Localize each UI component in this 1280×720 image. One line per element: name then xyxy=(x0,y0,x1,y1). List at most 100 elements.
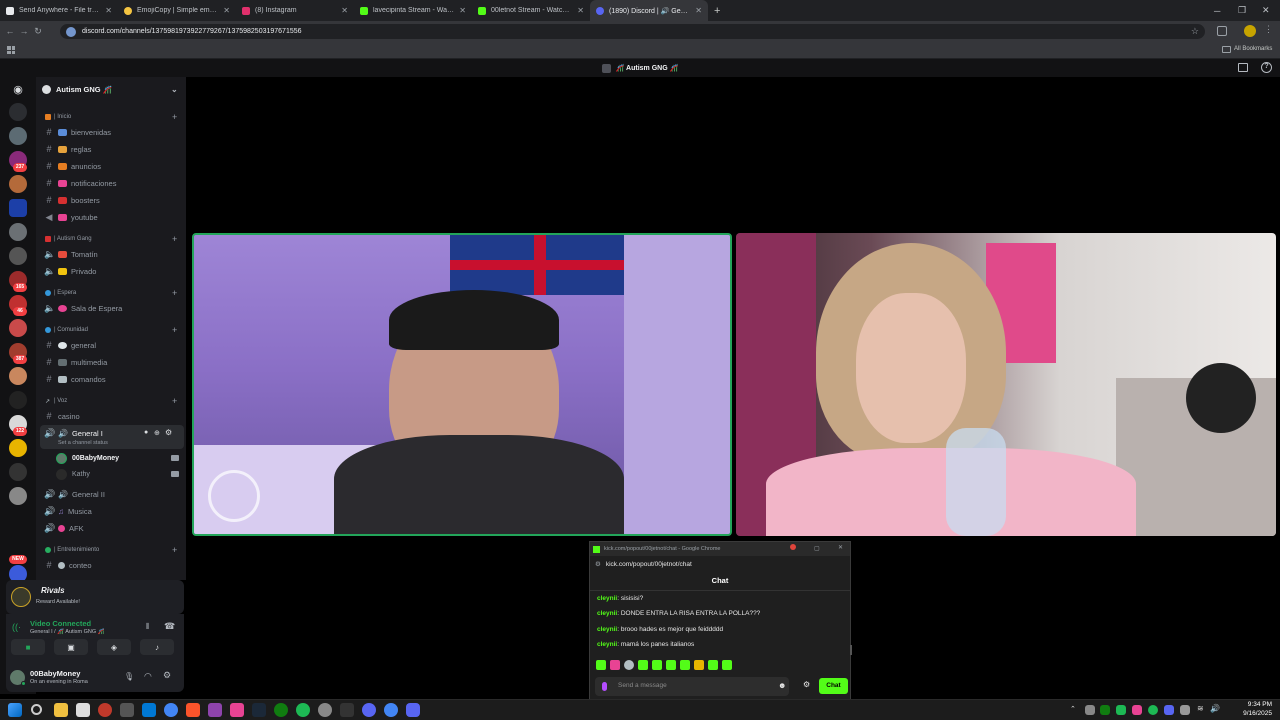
chat-settings-icon[interactable]: ⚙ xyxy=(803,680,810,689)
emote-icon[interactable] xyxy=(596,660,606,670)
volume-icon[interactable]: 🔊 xyxy=(1210,704,1220,713)
maximize-icon[interactable]: ▢ xyxy=(814,545,820,552)
spotify-icon[interactable] xyxy=(296,703,310,717)
emote-icon[interactable] xyxy=(666,660,676,670)
category-comunidad[interactable]: | Comunidad + xyxy=(45,325,177,335)
channel-general[interactable]: # general xyxy=(44,340,96,350)
close-icon[interactable]: ✕ xyxy=(223,6,230,15)
server-icon[interactable] xyxy=(9,247,27,265)
voice-status-title[interactable]: Video Connected xyxy=(30,619,91,628)
noise-suppression-icon[interactable]: ⦀ xyxy=(146,622,150,632)
add-channel-icon[interactable]: + xyxy=(172,396,177,406)
app-icon[interactable] xyxy=(208,703,222,717)
camera-toggle-button[interactable]: ■ xyxy=(11,639,45,655)
channel-tomatin[interactable]: 🔈 Tomatín xyxy=(44,249,98,260)
microphone-icon[interactable]: 🎙 xyxy=(124,672,134,681)
maximize-icon[interactable]: ❐ xyxy=(1238,0,1256,21)
server-icon[interactable] xyxy=(9,463,27,481)
add-member-icon[interactable]: ⊕ xyxy=(154,429,160,437)
settings-gear-icon[interactable]: ⚙ xyxy=(165,428,172,437)
server-icon[interactable] xyxy=(9,367,27,385)
chat-message-input[interactable]: Send a message ☻ xyxy=(595,677,789,696)
username[interactable]: 00BabyMoney xyxy=(30,669,80,678)
chat-username[interactable]: cleynii xyxy=(597,610,617,617)
emoji-picker-icon[interactable]: ☻ xyxy=(778,681,786,690)
minimize-icon[interactable]: ─ xyxy=(1214,0,1232,21)
app-icon[interactable] xyxy=(340,703,354,717)
browser-tab[interactable]: 00letnot Stream - Watch Live o✕ xyxy=(472,0,590,21)
tray-icon[interactable] xyxy=(1100,705,1110,715)
close-icon[interactable]: ✕ xyxy=(695,6,702,15)
channel-general-i[interactable]: 🔊 🔊 General I xyxy=(44,428,103,439)
tray-icon[interactable] xyxy=(1180,705,1190,715)
microphone-icon[interactable] xyxy=(602,682,607,691)
channel-conteo[interactable]: # conteo xyxy=(44,560,91,570)
add-channel-icon[interactable]: + xyxy=(172,234,177,244)
chrome-icon[interactable] xyxy=(164,703,178,717)
server-name-header[interactable]: Autism GNG 🎢 ⌄ xyxy=(42,82,182,96)
browser-tab[interactable]: EmojiCopy | Simple emoji copy✕ xyxy=(118,0,236,21)
close-icon[interactable]: ✕ xyxy=(459,6,466,15)
browser-tab[interactable]: Send Anywhere - File transfer✕ xyxy=(0,0,118,21)
channel-anuncios[interactable]: # anuncios xyxy=(44,161,101,171)
app-icon[interactable] xyxy=(76,703,90,717)
file-explorer-icon[interactable] xyxy=(54,703,68,717)
cast-icon[interactable] xyxy=(1217,26,1227,36)
channel-afk[interactable]: 🔊 AFK xyxy=(44,523,84,534)
channel-youtube[interactable]: ◀ youtube xyxy=(44,212,98,223)
channel-status-hint[interactable]: Set a channel status xyxy=(58,440,108,446)
soundboard-button[interactable]: ♪ xyxy=(140,639,174,655)
clock-date[interactable]: 9/16/2025 xyxy=(1240,710,1272,717)
screen-share-button[interactable]: ▣ xyxy=(54,639,88,655)
inbox-icon[interactable] xyxy=(1238,63,1248,72)
voice-user[interactable]: 00BabyMoney xyxy=(56,453,119,464)
tray-icon[interactable] xyxy=(1085,705,1095,715)
add-channel-icon[interactable]: + xyxy=(172,325,177,335)
send-chat-button[interactable]: Chat xyxy=(819,678,848,694)
category-espera[interactable]: | Espera + xyxy=(45,288,177,298)
user-settings-icon[interactable]: ⚙ xyxy=(163,670,171,681)
add-channel-icon[interactable]: + xyxy=(172,545,177,555)
tray-chevron-icon[interactable]: ⌃ xyxy=(1070,705,1076,713)
emote-icon[interactable] xyxy=(680,660,690,670)
emote-icon[interactable] xyxy=(624,660,634,670)
add-channel-icon[interactable]: + xyxy=(172,288,177,298)
headphones-icon[interactable]: ◠ xyxy=(144,671,152,682)
site-settings-icon[interactable]: ⚙ xyxy=(595,560,601,568)
channel-notificaciones[interactable]: # notificaciones xyxy=(44,178,116,188)
disconnect-icon[interactable]: ☎ xyxy=(164,621,175,632)
browser-tab-active[interactable]: (1890) Discord | 🔊 General ✕ xyxy=(590,0,708,21)
bookmark-star-icon[interactable]: ☆ xyxy=(1191,26,1199,37)
xbox-icon[interactable] xyxy=(274,703,288,717)
video-tile-kathy[interactable] xyxy=(736,233,1276,536)
close-window-icon[interactable]: ✕ xyxy=(1262,0,1278,21)
emote-icon[interactable] xyxy=(638,660,648,670)
close-icon[interactable]: ✕ xyxy=(105,6,112,15)
channel-boosters[interactable]: # boosters xyxy=(44,195,99,205)
app-icon[interactable] xyxy=(98,703,112,717)
browser-tab[interactable]: lavecipinta Stream - Watch Live✕ xyxy=(354,0,472,21)
windows-start-icon[interactable] xyxy=(8,703,22,717)
channel-sala-de-espera[interactable]: 🔈 Sala de Espera xyxy=(44,303,122,314)
emote-icon[interactable] xyxy=(652,660,662,670)
url-field[interactable]: discord.com/channels/1375981973922779267… xyxy=(60,24,1205,39)
scrollbar[interactable] xyxy=(850,645,852,655)
channel-privado[interactable]: 🔈 Privado xyxy=(44,266,96,277)
clock-time[interactable]: 9:34 PM xyxy=(1240,701,1272,708)
close-icon[interactable]: ✕ xyxy=(577,6,584,15)
popup-title-bar[interactable]: kick.com/popout/00jetnot/chat - Google C… xyxy=(590,542,850,556)
app-icon[interactable] xyxy=(120,703,134,717)
help-icon[interactable]: ? xyxy=(1261,62,1272,73)
server-icon[interactable] xyxy=(9,175,27,193)
chrome-icon[interactable] xyxy=(384,703,398,717)
emote-icon[interactable] xyxy=(694,660,704,670)
channel-casino[interactable]: # casino xyxy=(44,411,79,421)
new-tab-button[interactable]: + xyxy=(708,0,728,21)
chat-username[interactable]: cleynii xyxy=(597,641,617,648)
close-icon[interactable]: ✕ xyxy=(838,544,843,551)
server-icon[interactable] xyxy=(9,319,27,337)
browser-tab[interactable]: (8) Instagram ✕ xyxy=(236,0,354,21)
activities-button[interactable]: ◈ xyxy=(97,639,131,655)
settings-icon[interactable] xyxy=(318,703,332,717)
server-icon[interactable] xyxy=(9,391,27,409)
